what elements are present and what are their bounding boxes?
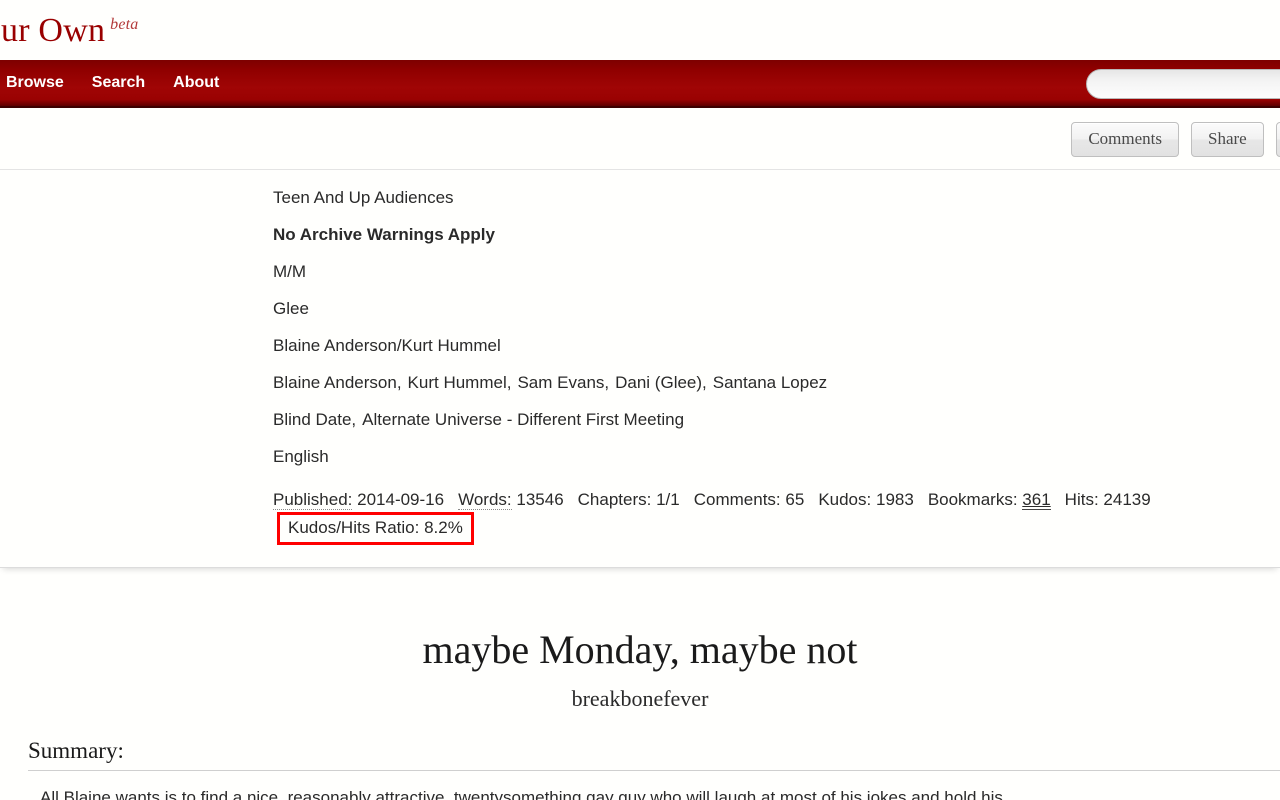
meta-row-category: M/M — [0, 262, 1280, 299]
tag-relationship[interactable]: Blaine Anderson/Kurt Hummel — [273, 336, 501, 356]
meta-values-category: M/M — [273, 262, 1280, 282]
work-author-name[interactable]: breakbonefever — [572, 686, 709, 711]
meta-row-characters: : Blaine Anderson,Kurt Hummel,Sam Evans,… — [0, 373, 1280, 410]
work-author-byline[interactable]: breakbonefever — [0, 686, 1280, 712]
nav-links-group: Browse Search About — [0, 60, 233, 106]
stat-value-kudos-hits-ratio: 8.2% — [424, 518, 463, 538]
stat-label-words[interactable]: Words: — [458, 490, 512, 510]
meta-row-relationship: p: Blaine Anderson/Kurt Hummel — [0, 336, 1280, 373]
tag-character[interactable]: Dani (Glee), — [615, 373, 707, 393]
stat-kudos: Kudos: 1983 — [818, 490, 914, 509]
meta-row-fandom: Glee — [0, 299, 1280, 336]
work-stats: Published: 2014-09-16 Words: 13546 Chapter… — [273, 488, 1280, 546]
meta-row-rating: Teen And Up Audiences — [0, 188, 1280, 225]
stat-label-comments: Comments: — [693, 490, 781, 509]
tag-fandom[interactable]: Glee — [273, 299, 309, 319]
meta-values-archive-warning: No Archive Warnings Apply — [273, 225, 1280, 245]
primary-navigation-bar: Browse Search About — [0, 60, 1280, 108]
search-box-container — [1086, 69, 1280, 99]
stat-label-published[interactable]: Published: — [273, 490, 353, 510]
meta-row-archive-warning: arning: No Archive Warnings Apply — [0, 225, 1280, 262]
site-logo-beta-label: beta — [110, 15, 139, 33]
tag-character[interactable]: Kurt Hummel, — [407, 373, 512, 393]
work-metadata-block: Teen And Up Audiences arning: No Archive… — [0, 170, 1280, 569]
site-logo[interactable]: ive of Our Ownbeta — [0, 12, 139, 50]
tag-character[interactable]: Sam Evans, — [517, 373, 610, 393]
work-summary-block: Summary: All Blaine wants is to find a n… — [0, 738, 1280, 800]
meta-row-additional-tags: Tags: Blind Date,Alternate Universe - Di… — [0, 410, 1280, 447]
stat-value-chapters: 1/1 — [656, 490, 680, 509]
share-button[interactable]: Share — [1191, 122, 1264, 157]
nav-item-about[interactable]: About — [159, 60, 233, 106]
site-logo-text: ive of Our Own — [0, 12, 106, 49]
stat-label-kudos-hits-ratio: Kudos/Hits Ratio: — [288, 518, 420, 538]
tag-additional[interactable]: Alternate Universe - Different First Mee… — [362, 410, 685, 430]
tag-category[interactable]: M/M — [273, 262, 307, 282]
site-header: ive of Our Ownbeta — [0, 0, 1280, 60]
stat-bookmarks: Bookmarks: 361 — [927, 490, 1051, 510]
work-stats-row: Published: 2014-09-16 Words: 13546 Chapter… — [0, 488, 1280, 546]
tag-rating[interactable]: Teen And Up Audiences — [273, 188, 454, 208]
stat-words: Words: 13546 — [458, 490, 564, 510]
work-title: maybe Monday, maybe not — [422, 627, 858, 673]
stat-published: Published: 2014-09-16 — [273, 490, 445, 510]
stat-comments: Comments: 65 — [694, 490, 805, 509]
stat-value-published: 2014-09-16 — [357, 490, 445, 509]
meta-values-language: English — [273, 447, 1280, 467]
tag-archive-warning[interactable]: No Archive Warnings Apply — [273, 225, 495, 245]
summary-text: All Blaine wants is to find a nice, reas… — [40, 788, 1003, 800]
stat-hits: Hits: 24139 — [1065, 490, 1151, 509]
meta-row-language: English — [0, 447, 1280, 484]
nav-item-search[interactable]: Search — [78, 60, 159, 106]
meta-values-fandom: Glee — [273, 299, 1280, 319]
work-actions-group: Comments Share D — [1071, 122, 1280, 157]
stat-value-comments: 65 — [785, 490, 805, 509]
meta-values-additional-tags: Blind Date, Alternate Universe - Differen… — [273, 410, 1280, 430]
tag-character[interactable]: Blaine Anderson, — [273, 373, 402, 393]
stat-value-hits: 24139 — [1103, 490, 1151, 509]
stat-chapters: Chapters: 1/1 — [578, 490, 680, 509]
kudos-hits-ratio-highlight: Kudos/Hits Ratio: 8.2% — [277, 512, 474, 546]
meta-values-relationship: Blaine Anderson/Kurt Hummel — [273, 336, 1280, 356]
language-value: English — [273, 447, 329, 466]
summary-heading: Summary: — [28, 738, 1280, 772]
stat-value-kudos: 1983 — [875, 490, 914, 509]
tag-character[interactable]: Santana Lopez — [712, 373, 828, 393]
stat-value-bookmarks[interactable]: 361 — [1022, 490, 1051, 510]
stat-label-kudos: Kudos: — [818, 490, 872, 509]
stat-label-hits: Hits: — [1064, 490, 1099, 509]
work-actions-row: Comments Share D — [0, 108, 1280, 170]
stat-label-chapters: Chapters: — [577, 490, 652, 509]
comments-button[interactable]: Comments — [1071, 122, 1179, 157]
meta-values-characters: Blaine Anderson, Kurt Hummel, Sam Evans, Da… — [273, 373, 1280, 393]
nav-item-browse[interactable]: Browse — [0, 60, 78, 106]
stat-value-words: 13546 — [516, 490, 564, 509]
work-heading-block: maybe Monday, maybe not breakbonefever — [0, 568, 1280, 712]
tag-additional[interactable]: Blind Date, — [273, 410, 357, 430]
download-button[interactable]: D — [1275, 122, 1280, 157]
search-input[interactable] — [1086, 69, 1280, 99]
stat-label-bookmarks: Bookmarks: — [927, 490, 1018, 509]
meta-values-rating: Teen And Up Audiences — [273, 188, 1280, 208]
